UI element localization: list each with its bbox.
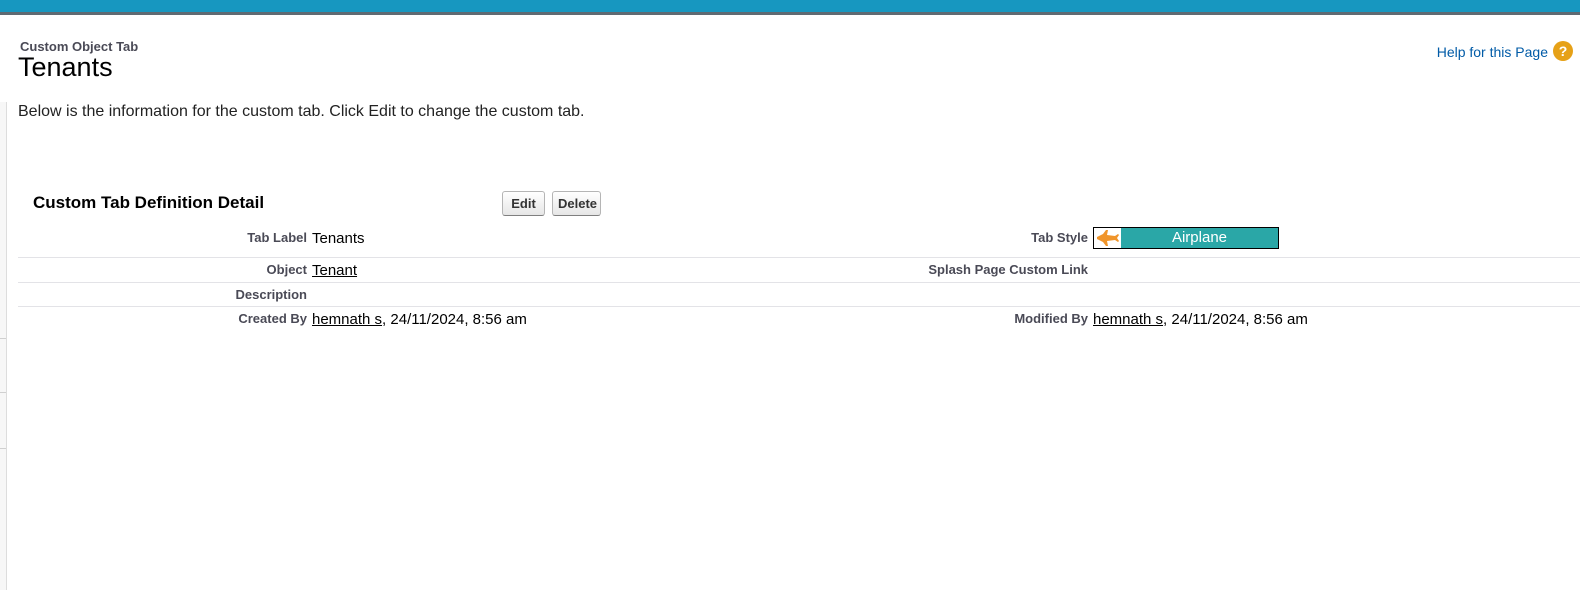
modified-by-date: , 24/11/2024, 8:56 am bbox=[1163, 311, 1308, 328]
section-title: Custom Tab Definition Detail bbox=[33, 193, 265, 212]
airplane-icon bbox=[1094, 228, 1121, 248]
splash-page-custom-link-label: Splash Page Custom Link bbox=[928, 262, 1088, 277]
created-by-date: , 24/11/2024, 8:56 am bbox=[382, 311, 527, 328]
edit-button[interactable]: Edit bbox=[502, 191, 545, 216]
detail-row-object: Object Tenant Splash Page Custom Link bbox=[18, 258, 1580, 283]
detail-row-description: Description bbox=[18, 283, 1580, 307]
modified-by-user-link[interactable]: hemnath s bbox=[1093, 311, 1163, 328]
help-icon[interactable]: ? bbox=[1553, 41, 1573, 61]
detail-row-created-by: Created By hemnath s, 24/11/2024, 8:56 a… bbox=[18, 307, 1580, 337]
detail-row-tab-label: Tab Label Tenants Tab Style Airplane bbox=[18, 224, 1580, 258]
created-by-user-link[interactable]: hemnath s bbox=[312, 311, 382, 328]
description-label: Description bbox=[235, 287, 307, 302]
delete-button[interactable]: Delete bbox=[552, 191, 601, 216]
rail-divider bbox=[0, 448, 6, 449]
tab-style-name: Airplane bbox=[1171, 229, 1228, 246]
created-by-label: Created By bbox=[238, 311, 307, 326]
rail-divider bbox=[0, 392, 6, 393]
created-by-value: hemnath s, 24/11/2024, 8:56 am bbox=[312, 311, 527, 328]
help-for-this-page-link[interactable]: Help for this Page bbox=[1437, 44, 1548, 60]
object-value: Tenant bbox=[312, 262, 357, 279]
modified-by-label: Modified By bbox=[1014, 311, 1088, 326]
modified-by-value: hemnath s, 24/11/2024, 8:56 am bbox=[1093, 311, 1308, 328]
intro-text: Below is the information for the custom … bbox=[18, 103, 585, 120]
rail-divider bbox=[0, 338, 6, 339]
tab-style-swatch: Airplane bbox=[1093, 227, 1279, 249]
tab-label-label: Tab Label bbox=[247, 230, 307, 245]
left-sidebar-rail bbox=[0, 102, 7, 590]
tab-style-label: Tab Style bbox=[1031, 230, 1088, 245]
page-title: Tenants bbox=[18, 52, 113, 82]
object-label: Object bbox=[266, 262, 307, 277]
object-link[interactable]: Tenant bbox=[312, 262, 357, 279]
tab-label-value: Tenants bbox=[312, 230, 365, 247]
top-header-bar bbox=[0, 0, 1580, 15]
